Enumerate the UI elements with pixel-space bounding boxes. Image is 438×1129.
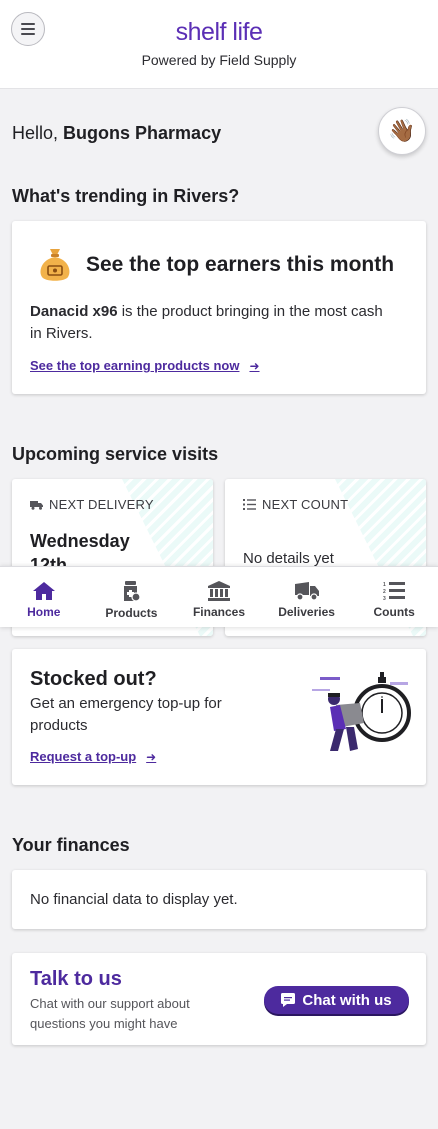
chat-with-us-label: Chat with us [302, 991, 392, 1009]
stopwatch-illustration [312, 672, 411, 751]
greeting-hello: Hello, [12, 123, 59, 143]
stocked-out-card: Stocked out? Get an emergency top-up for… [12, 649, 426, 785]
top-earners-heading: See the top earners this month [86, 253, 395, 276]
next-count-label-row: NEXT COUNT [243, 497, 348, 512]
bottom-nav: Home Products Finances Deliveries 1 2 3 … [0, 566, 438, 627]
nav-home[interactable]: Home [0, 567, 88, 627]
next-count-value: No details yet [243, 550, 334, 567]
nav-products[interactable]: Products [88, 567, 176, 627]
stocked-out-title: Stocked out? [30, 668, 157, 690]
nav-products-label: Products [105, 606, 158, 620]
home-icon [32, 582, 55, 600]
request-top-up-link[interactable]: Request a top-up ➜ [30, 749, 156, 764]
nav-counts[interactable]: 1 2 3 Counts [350, 567, 438, 627]
talk-to-us-title: Talk to us [30, 968, 122, 990]
svg-text:2: 2 [383, 589, 386, 595]
top-earning-products-link[interactable]: See the top earning products now ➜ [30, 358, 260, 373]
list-icon [243, 499, 256, 510]
svg-text:3: 3 [383, 596, 386, 601]
trending-product: Danacid x96 [30, 303, 118, 320]
top-earners-card: See the top earners this month Danacid x… [12, 221, 426, 394]
stocked-out-body: Get an emergency top-up for products [30, 695, 222, 734]
arrow-right-icon: ➜ [249, 358, 260, 373]
nav-home-label: Home [27, 605, 61, 619]
waving-hand-icon: 👋🏾 [388, 118, 416, 143]
visits-title: Upcoming service visits [12, 444, 219, 464]
trending-description: Danacid x96 is the product bringing in t… [30, 301, 390, 345]
arrow-right-icon: ➜ [146, 749, 157, 764]
nav-deliveries-label: Deliveries [278, 605, 335, 619]
nav-deliveries[interactable]: Deliveries [263, 567, 351, 627]
next-delivery-label: NEXT DELIVERY [49, 497, 154, 512]
next-delivery-label-row: NEXT DELIVERY [30, 497, 154, 512]
products-icon [124, 581, 141, 602]
talk-to-us-body: Chat with our support about questions yo… [30, 996, 190, 1031]
request-top-up-label: Request a top-up [30, 749, 137, 764]
brand-logo: shelf life [175, 18, 263, 46]
finances-title: Your finances [12, 835, 130, 855]
truck-icon [30, 500, 43, 510]
finances-card: No financial data to display yet. [12, 870, 426, 929]
chat-icon [281, 993, 296, 1007]
nav-finances[interactable]: Finances [175, 567, 263, 627]
next-count-label: NEXT COUNT [262, 497, 349, 512]
finances-empty-text: No financial data to display yet. [30, 891, 238, 908]
top-earning-link-label: See the top earning products now [30, 358, 240, 373]
powered-by-text: Powered by Field Supply [141, 52, 297, 68]
svg-text:1: 1 [383, 582, 386, 588]
wave-button[interactable]: 👋🏾 [378, 107, 426, 155]
list-icon: 1 2 3 [383, 582, 406, 601]
greeting: Hello, Bugons Pharmacy [12, 123, 221, 144]
truck-icon [294, 582, 319, 601]
chat-with-us-button[interactable]: Chat with us [264, 986, 409, 1014]
bank-icon [207, 581, 230, 601]
nav-finances-label: Finances [192, 605, 245, 619]
app-header: shelf life Powered by Field Supply [0, 0, 438, 89]
nav-counts-label: Counts [373, 605, 415, 619]
money-bag-icon [40, 249, 70, 281]
next-delivery-day: Wednesday [30, 531, 130, 551]
pharmacy-name: Bugons Pharmacy [63, 123, 222, 143]
trending-title: What's trending in Rivers? [12, 186, 240, 206]
